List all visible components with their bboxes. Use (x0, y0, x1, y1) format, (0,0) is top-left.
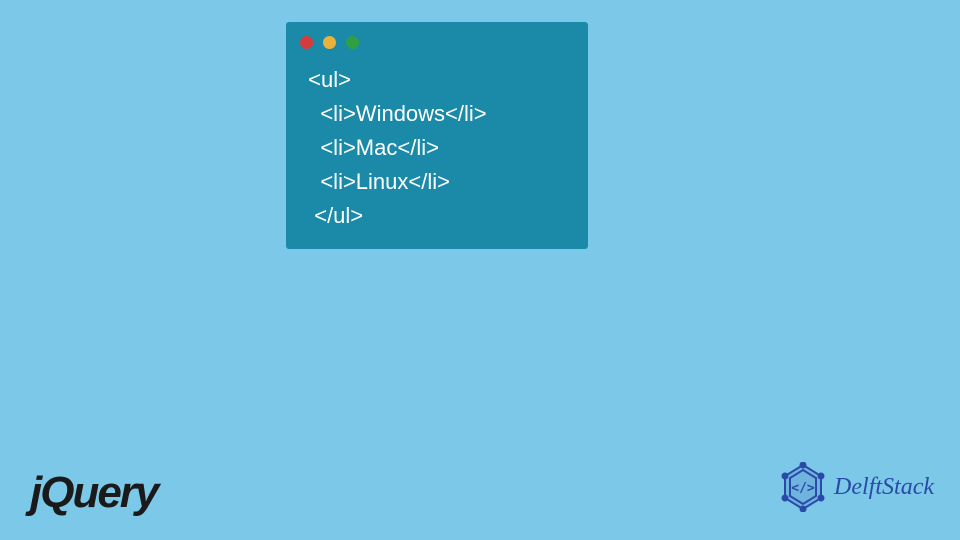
code-line: <ul> (302, 63, 572, 97)
code-block: <ul> <li>Windows</li> <li>Mac</li> <li>L… (286, 59, 588, 233)
code-line: </ul> (302, 199, 572, 233)
delftstack-text: DelftStack (834, 474, 934, 501)
delftstack-logo: </> DelftStack (778, 462, 934, 512)
minimize-dot-icon (323, 36, 336, 49)
window-controls (286, 22, 588, 59)
close-dot-icon (300, 36, 313, 49)
svg-text:</>: </> (791, 481, 815, 496)
delftstack-icon: </> (778, 462, 828, 512)
code-line: <li>Mac</li> (302, 131, 572, 165)
code-window: <ul> <li>Windows</li> <li>Mac</li> <li>L… (286, 22, 588, 249)
jquery-logo: jQuery (30, 468, 157, 518)
maximize-dot-icon (346, 36, 359, 49)
code-line: <li>Linux</li> (302, 165, 572, 199)
code-line: <li>Windows</li> (302, 97, 572, 131)
